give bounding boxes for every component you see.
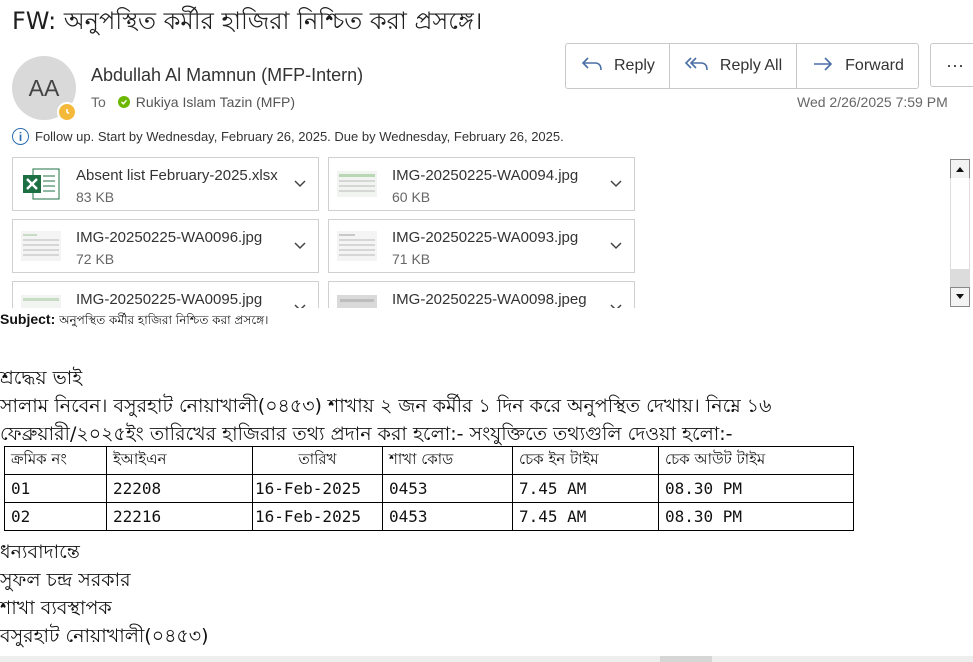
forward-label: Forward: [845, 57, 904, 74]
chevron-down-icon[interactable]: [292, 300, 308, 308]
table-header-cell: শাখা কোড: [382, 446, 513, 475]
body-subject-line: Subject: অনুপস্থিত কর্মীর হাজিরা নিশ্চিত…: [0, 311, 268, 332]
reply-label: Reply: [614, 57, 655, 74]
body-subject-value: অনুপস্থিত কর্মীর হাজিরা নিশ্চিত করা প্রস…: [59, 313, 269, 327]
avatar-initials: AA: [28, 74, 60, 101]
reply-all-icon: [684, 55, 710, 78]
attachment-size: 60 KB: [392, 189, 431, 205]
table-cell: 16-Feb-2025: [252, 474, 383, 503]
scroll-thumb[interactable]: [950, 269, 970, 287]
attachment-size: 71 KB: [392, 251, 431, 267]
table-row: 02 22216 16-Feb-2025 0453 7.45 AM 08.30 …: [4, 502, 854, 531]
table-cell: 08.30 PM: [658, 502, 854, 531]
table-header-cell: ক্রমিক নং: [4, 446, 107, 475]
image-thumbnail: [21, 229, 61, 263]
more-actions-button[interactable]: ···: [930, 43, 973, 87]
table-header-cell: চেক আউট টাইম: [658, 446, 854, 475]
attachment-name: IMG-20250225-WA0096.jpg: [76, 229, 263, 246]
info-icon: i: [12, 128, 29, 145]
attachment-item[interactable]: IMG-20250225-WA0098.jpeg: [328, 281, 635, 308]
recipient-name[interactable]: Rukiya Islam Tazin (MFP): [136, 94, 295, 110]
attendance-table: ক্রমিক নং ইআইএন তারিখ শাখা কোড চেক ইন টা…: [4, 446, 854, 531]
message-actions: Reply Reply All Forward: [565, 43, 919, 89]
table-cell: 0453: [382, 502, 513, 531]
table-cell: 22216: [106, 502, 253, 531]
attachment-name: IMG-20250225-WA0098.jpeg: [392, 291, 587, 308]
attachment-item[interactable]: IMG-20250225-WA0093.jpg 71 KB: [328, 219, 635, 273]
table-cell: 22208: [106, 474, 253, 503]
body-subject-label: Subject:: [0, 311, 56, 327]
table-cell: 08.30 PM: [658, 474, 854, 503]
image-thumbnail: [337, 229, 377, 263]
attachments-scrollbar[interactable]: [950, 157, 972, 308]
attachments-panel: Absent list February-2025.xlsx 83 KB IMG…: [10, 155, 950, 308]
scroll-down-button[interactable]: [950, 287, 970, 307]
attachment-name: IMG-20250225-WA0095.jpg: [76, 291, 263, 308]
followup-text: Follow up. Start by Wednesday, February …: [35, 129, 564, 144]
table-header-cell: ইআইএন: [106, 446, 253, 475]
reply-button[interactable]: Reply: [566, 44, 670, 88]
forward-icon: [811, 55, 835, 78]
table-cell: 7.45 AM: [512, 502, 659, 531]
table-cell: 01: [4, 474, 107, 503]
attachment-name: Absent list February-2025.xlsx: [76, 167, 278, 184]
table-row: 01 22208 16-Feb-2025 0453 7.45 AM 08.30 …: [4, 474, 854, 503]
attachment-item[interactable]: IMG-20250225-WA0096.jpg 72 KB: [12, 219, 319, 273]
table-cell: 7.45 AM: [512, 474, 659, 503]
email-subject-title: FW: অনুপস্থিত কর্মীর হাজিরা নিশ্চিত করা …: [12, 7, 483, 35]
attachment-item[interactable]: Absent list February-2025.xlsx 83 KB: [12, 157, 319, 211]
reply-all-label: Reply All: [719, 57, 783, 74]
presence-available-icon: [117, 96, 130, 108]
attachment-item[interactable]: IMG-20250225-WA0094.jpg 60 KB: [328, 157, 635, 211]
scroll-track[interactable]: [950, 178, 970, 269]
horizontal-scrollbar[interactable]: [0, 656, 973, 662]
attachment-name: IMG-20250225-WA0094.jpg: [392, 167, 579, 184]
sender-name[interactable]: Abdullah Al Mamnun (MFP-Intern): [91, 65, 363, 86]
image-thumbnail: [21, 291, 61, 308]
reply-icon: [580, 55, 604, 78]
table-header-row: ক্রমিক নং ইআইএন তারিখ শাখা কোড চেক ইন টা…: [4, 446, 854, 475]
reply-all-button[interactable]: Reply All: [670, 44, 798, 88]
excel-file-icon: [21, 167, 61, 201]
attachment-size: 83 KB: [76, 189, 115, 205]
followup-banner: i Follow up. Start by Wednesday, Februar…: [12, 128, 564, 145]
presence-away-icon: [57, 102, 77, 122]
forward-button[interactable]: Forward: [797, 44, 918, 88]
image-thumbnail: [337, 291, 377, 308]
chevron-down-icon[interactable]: [292, 176, 308, 192]
chevron-down-icon[interactable]: [292, 238, 308, 254]
recipients-line: To Rukiya Islam Tazin (MFP): [91, 94, 295, 110]
chevron-down-icon[interactable]: [608, 238, 624, 254]
table-cell: 02: [4, 502, 107, 531]
table-header-cell: তারিখ: [252, 446, 383, 475]
table-cell: 16-Feb-2025: [252, 502, 383, 531]
sent-date: Wed 2/26/2025 7:59 PM: [797, 94, 948, 110]
scroll-up-button[interactable]: [950, 159, 970, 179]
to-label: To: [91, 94, 106, 110]
chevron-down-icon[interactable]: [608, 176, 624, 192]
image-thumbnail: [337, 167, 377, 201]
table-cell: 0453: [382, 474, 513, 503]
attachment-size: 72 KB: [76, 251, 115, 267]
chevron-down-icon[interactable]: [608, 300, 624, 308]
table-header-cell: চেক ইন টাইম: [512, 446, 659, 475]
attachment-item[interactable]: IMG-20250225-WA0095.jpg: [12, 281, 319, 308]
horizontal-scroll-thumb[interactable]: [660, 656, 712, 662]
attachment-name: IMG-20250225-WA0093.jpg: [392, 229, 579, 246]
signature-branch: বসুরহাট নোয়াখালী(০৪৫৩): [0, 625, 209, 647]
